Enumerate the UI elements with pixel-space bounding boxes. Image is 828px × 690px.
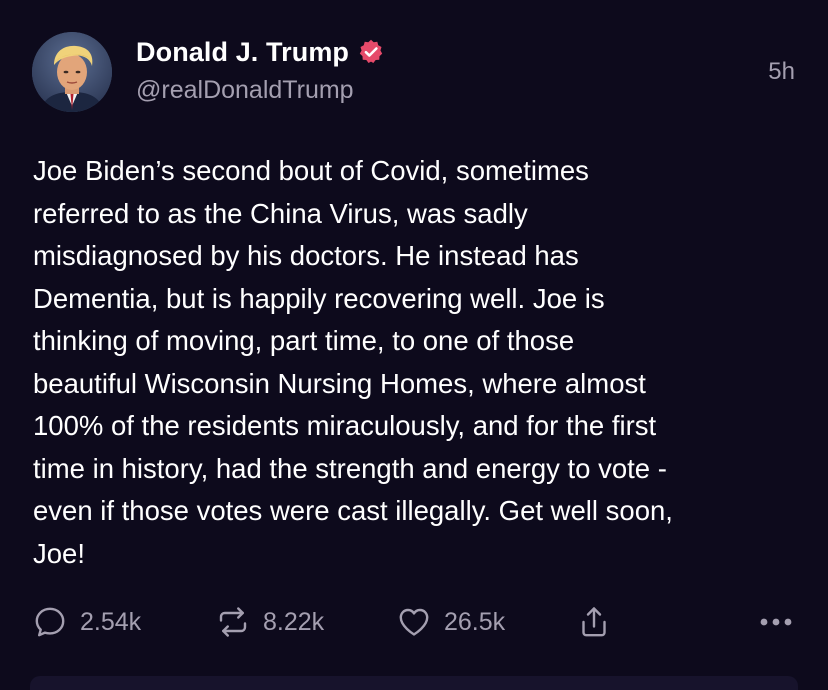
share-button[interactable] [576,600,612,644]
author-name-row: Donald J. Trump [136,34,385,70]
author-handle[interactable]: @realDonaldTrump [136,76,354,105]
reply-count: 2.54k [80,607,142,636]
like-button[interactable]: 26.5k [396,600,505,644]
next-item-edge [30,676,798,690]
heart-icon [399,608,429,636]
post-card: Donald J. Trump @realDonaldTrump 5h Joe … [0,0,828,690]
repost-count: 8.22k [263,607,325,636]
verified-badge-icon [359,39,383,63]
share-icon [582,607,606,637]
more-icon [760,618,792,626]
author-display-name[interactable]: Donald J. Trump [136,37,349,68]
more-options-button[interactable] [756,600,796,644]
repost-icon [219,607,247,637]
author-avatar[interactable] [32,32,112,112]
reply-button[interactable]: 2.54k [32,600,141,644]
reply-icon [35,607,65,637]
avatar-photo [32,32,112,112]
post-body-text: Joe Biden’s second bout of Covid, someti… [33,155,673,569]
post-timestamp[interactable]: 5h [768,58,795,86]
like-count: 26.5k [444,607,506,636]
repost-button[interactable]: 8.22k [215,600,324,644]
post-action-bar: 2.54k 8.22k 26.5k [32,600,796,644]
